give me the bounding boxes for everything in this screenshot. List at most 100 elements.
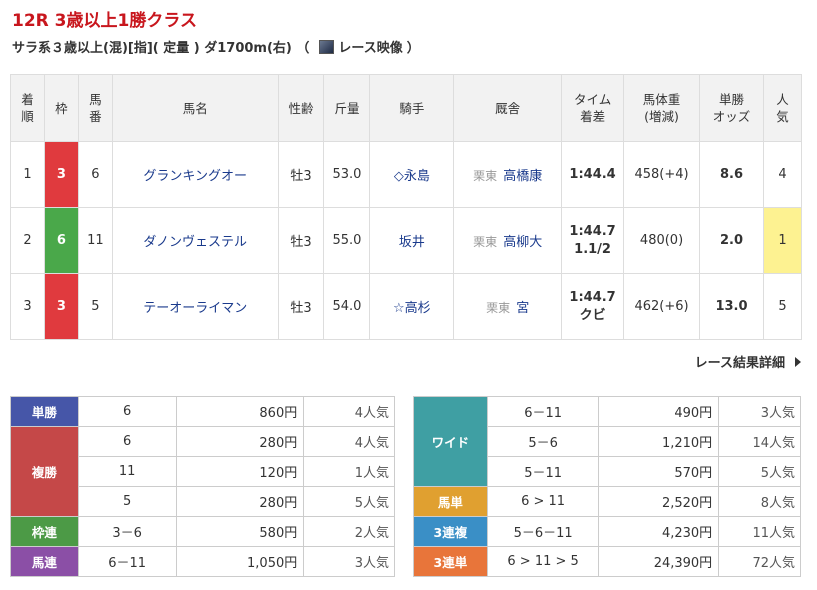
bet-type-label: 複勝	[10, 426, 79, 517]
header-weight: 斤量	[323, 74, 371, 142]
payout-popularity: 1人気	[303, 456, 395, 487]
bet-type-label: 馬連	[10, 546, 79, 577]
rank-cell: 1	[10, 141, 45, 208]
waku-cell: 6	[43, 207, 79, 274]
payout-amount: 580円	[175, 516, 305, 547]
result-header-row: 着順 枠 馬番 馬名 性齢 斤量 騎手 厩舎 タイム 着差 馬体重 (増減) 単勝オ…	[10, 74, 803, 142]
odds-cell: 2.0	[699, 207, 764, 274]
body-weight-cell: 458(+4)	[623, 141, 701, 208]
time-cell: 1:44.4	[561, 141, 625, 208]
payout-popularity: 5人気	[303, 486, 395, 517]
waku-cell: 3	[43, 273, 79, 340]
bet-type-label: 単勝	[10, 396, 79, 427]
header-name: 馬名	[111, 74, 279, 142]
odds-cell: 13.0	[699, 273, 764, 340]
finish-margin: クビ	[579, 307, 606, 323]
bet-type-label: 3連複	[413, 516, 488, 547]
payout-amount: 280円	[175, 486, 305, 517]
header-waku: 枠	[43, 74, 79, 142]
header-jockey: 騎手	[369, 74, 455, 142]
sexage-cell: 牡3	[277, 141, 325, 208]
result-row: 3 3 5 テーオーライマン 牡3 54.0 ☆高杉 栗東宮 1:44.7 クビ 462(+6) 13…	[10, 273, 803, 340]
payout-popularity: 8人気	[718, 486, 801, 517]
trainer-link[interactable]: 高橋康	[503, 169, 542, 184]
time-cell: 1:44.7 クビ	[561, 273, 625, 340]
payout-row: 3連複 5－6－11 4,230円 11人気	[413, 516, 801, 547]
bet-type-label: 3連単	[413, 546, 488, 577]
trainer-region: 栗東	[473, 235, 498, 249]
trainer-cell: 栗東 高橋康	[453, 141, 563, 208]
finish-time: 1:44.7	[569, 289, 616, 305]
header-umaban: 馬番	[77, 74, 113, 142]
payout-popularity: 14人気	[718, 426, 801, 457]
header-time: タイム 着差	[561, 74, 625, 142]
horse-name-cell: テーオーライマン	[111, 273, 279, 340]
result-table: 着順 枠 馬番 馬名 性齢 斤量 騎手 厩舎 タイム 着差 馬体重 (増減) 単勝オ…	[10, 74, 803, 340]
payout-amount: 4,230円	[598, 516, 720, 547]
sexage-cell: 牡3	[277, 273, 325, 340]
payout-popularity: 2人気	[303, 516, 395, 547]
payout-amount: 1,210円	[598, 426, 720, 457]
horse-name-link[interactable]: テーオーライマン	[143, 301, 247, 316]
payout-popularity: 4人気	[303, 396, 395, 427]
payout-popularity: 11人気	[718, 516, 801, 547]
payout-combination: 5－6－11	[486, 516, 600, 547]
payout-combination: 11	[77, 456, 177, 487]
payout-amount: 24,390円	[598, 546, 720, 577]
odds-cell: 8.6	[699, 141, 764, 208]
weight-cell: 53.0	[323, 141, 371, 208]
race-conditions: サラ系３歳以上(混)[指]( 定量 ) ダ1700m(右) （ レース映像 ）	[12, 37, 420, 56]
race-detail-link[interactable]: レース結果詳細	[695, 352, 801, 371]
race-conditions-text: サラ系３歳以上(混)[指]( 定量 ) ダ1700m(右) （	[12, 41, 310, 56]
popularity-cell: 5	[762, 273, 803, 340]
umaban-cell: 11	[77, 207, 113, 274]
trainer-link[interactable]: 宮	[516, 301, 529, 316]
body-weight-cell: 480(0)	[623, 207, 701, 274]
payout-combination: 6	[77, 396, 177, 427]
umaban-cell: 5	[77, 273, 113, 340]
payout-amount: 2,520円	[598, 486, 720, 517]
payout-row: 馬単 6 > 11 2,520円 8人気	[413, 486, 801, 517]
payout-row: 馬連 6－11 1,050円 3人気	[10, 546, 395, 577]
rank-cell: 2	[10, 207, 45, 274]
payout-amount: 280円	[175, 426, 305, 457]
payout-combination: 6－11	[77, 546, 177, 577]
header-odds: 単勝 オッズ	[699, 74, 764, 142]
payout-row: 単勝 6 860円 4人気	[10, 396, 395, 427]
finish-time: 1:44.4	[569, 166, 616, 182]
payout-amount: 120円	[175, 456, 305, 487]
umaban-cell: 6	[77, 141, 113, 208]
payout-popularity: 4人気	[303, 426, 395, 457]
payout-row: 複勝 6 280円 4人気	[10, 426, 395, 517]
jockey-link[interactable]: 坂井	[399, 235, 425, 250]
payout-combination: 6－11	[486, 396, 600, 427]
trainer-link[interactable]: 高柳大	[503, 235, 542, 250]
horse-name-link[interactable]: グランキングオー	[143, 169, 247, 184]
rank-cell: 3	[10, 273, 45, 340]
payout-row: ワイド 6－11 490円 3人気	[413, 396, 801, 487]
jockey-link[interactable]: ◇永島	[394, 169, 430, 184]
trainer-region: 栗東	[486, 301, 511, 315]
weight-cell: 55.0	[323, 207, 371, 274]
trainer-region: 栗東	[473, 169, 498, 183]
payout-combination: 6 > 11	[486, 486, 600, 517]
jockey-link[interactable]: ☆高杉	[393, 301, 431, 316]
trainer-cell: 栗東宮	[453, 273, 563, 340]
payout-popularity: 3人気	[718, 396, 801, 427]
payout-amount: 860円	[175, 396, 305, 427]
horse-name-cell: グランキングオー	[111, 141, 279, 208]
trainer-cell: 栗東 高柳大	[453, 207, 563, 274]
payout-combination: 5－6	[486, 426, 600, 457]
result-row: 1 3 6 グランキングオー 牡3 53.0 ◇永島 栗東 高橋康 1:44.4 458(+4) 8.…	[10, 141, 803, 208]
race-detail-label[interactable]: レース結果詳細	[695, 352, 785, 371]
race-video-link[interactable]: レース映像	[338, 37, 402, 56]
finish-margin: 1.1/2	[574, 241, 611, 257]
horse-name-link[interactable]: ダノンヴェステル	[143, 235, 247, 250]
header-pop: 人気	[762, 74, 803, 142]
result-row: 2 6 11 ダノンヴェステル 牡3 55.0 坂井 栗東 高柳大 1:44.7 1.1/2 480(…	[10, 207, 803, 274]
payout-popularity: 3人気	[303, 546, 395, 577]
jockey-cell: 坂井	[369, 207, 455, 274]
payout-amount: 490円	[598, 396, 720, 427]
video-icon[interactable]	[319, 39, 335, 54]
bet-type-label: ワイド	[413, 396, 488, 487]
